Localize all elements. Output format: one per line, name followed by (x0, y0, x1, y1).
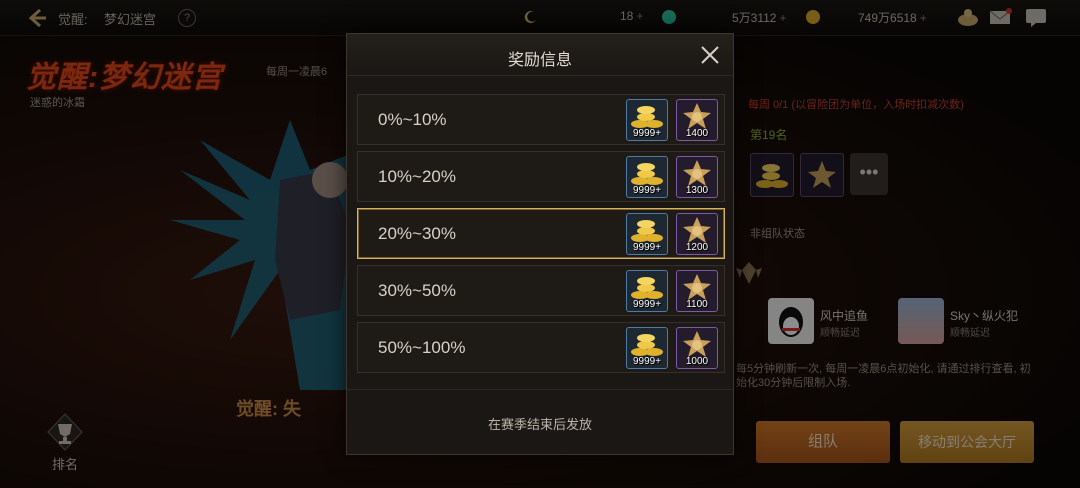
modal-header: 奖励信息 (347, 34, 733, 76)
reward-item-gold[interactable]: 9999+ (626, 270, 668, 312)
reward-tier-row[interactable]: 30%~50% 9999+ 1100 (357, 265, 725, 316)
item-quantity: 9999+ (632, 185, 662, 196)
reward-item-star[interactable]: 1400 (676, 99, 718, 141)
reward-tier-row[interactable]: 0%~10% 9999+ 1400 (357, 94, 725, 145)
tier-range-label: 50%~100% (378, 338, 466, 357)
item-quantity: 9999+ (632, 242, 662, 253)
item-quantity: 9999+ (632, 356, 662, 367)
reward-info-modal: 奖励信息 0%~10% 9999+ 1400 10%~20% 9999+ 1300 20%~… (346, 33, 734, 455)
star-medal-icon (683, 160, 711, 186)
reward-item-gold[interactable]: 9999+ (626, 213, 668, 255)
modal-title: 奖励信息 (507, 52, 572, 69)
reward-tier-row[interactable]: 50%~100% 9999+ 1000 (357, 322, 725, 373)
tier-range-label: 10%~20% (378, 167, 456, 186)
modal-footer-note: 在赛季结束后发放 (487, 417, 592, 432)
reward-item-star[interactable]: 1100 (676, 270, 718, 312)
item-quantity: 9999+ (632, 128, 662, 139)
star-medal-icon (683, 103, 711, 129)
footer-divider (347, 389, 733, 390)
item-quantity: 1200 (685, 242, 709, 253)
tier-range-label: 0%~10% (378, 110, 447, 129)
item-quantity: 1000 (685, 356, 709, 367)
star-medal-icon (683, 274, 711, 300)
reward-item-gold[interactable]: 9999+ (626, 156, 668, 198)
item-quantity: 1400 (685, 128, 709, 139)
reward-item-star[interactable]: 1000 (676, 327, 718, 369)
item-quantity: 1100 (686, 299, 708, 310)
star-medal-icon (683, 217, 711, 243)
tier-range-label: 20%~30% (378, 224, 456, 243)
item-quantity: 9999+ (632, 299, 662, 310)
reward-tier-row[interactable]: 20%~30% 9999+ 1200 (357, 208, 725, 259)
close-icon[interactable] (699, 44, 721, 66)
reward-item-star[interactable]: 1200 (676, 213, 718, 255)
reward-item-gold[interactable]: 9999+ (626, 327, 668, 369)
reward-item-gold[interactable]: 9999+ (626, 99, 668, 141)
reward-item-star[interactable]: 1300 (676, 156, 718, 198)
star-medal-icon (683, 331, 711, 357)
tier-range-label: 30%~50% (378, 281, 456, 300)
reward-tier-row[interactable]: 10%~20% 9999+ 1300 (357, 151, 725, 202)
item-quantity: 1300 (685, 185, 709, 196)
